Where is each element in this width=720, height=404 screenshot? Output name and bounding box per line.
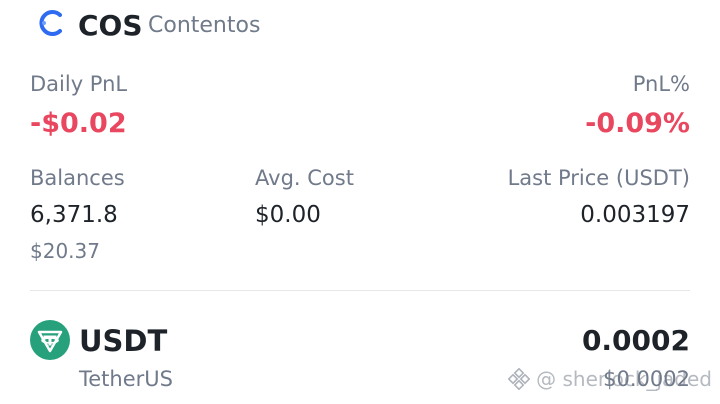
contentos-logo-icon: [36, 8, 66, 38]
watermark: @ sherlock_jaded: [508, 366, 712, 392]
pnl-percent-value: -0.09%: [585, 108, 690, 139]
asset-name: TetherUS: [79, 367, 173, 391]
watermark-text: @ sherlock_jaded: [536, 367, 712, 391]
asset-symbol: USDT: [79, 324, 168, 358]
tether-logo-icon: [30, 320, 70, 360]
avg-cost-value: $0.00: [255, 202, 321, 228]
binance-logo-icon: [508, 368, 531, 390]
daily-pnl-value: -$0.02: [30, 108, 127, 139]
coin-symbol: COS: [78, 9, 143, 42]
divider: [30, 290, 690, 291]
balances-label: Balances: [30, 166, 125, 190]
last-price-value: 0.003197: [580, 202, 690, 228]
avg-cost-label: Avg. Cost: [255, 166, 354, 190]
balances-usd-value: $20.37: [30, 239, 100, 263]
coin-name: Contentos: [148, 13, 261, 38]
pnl-percent-label: PnL%: [632, 72, 690, 96]
balances-value: 6,371.8: [30, 202, 118, 228]
asset-balance: 0.0002: [581, 324, 690, 357]
last-price-label: Last Price (USDT): [507, 166, 690, 190]
daily-pnl-label: Daily PnL: [30, 72, 128, 96]
